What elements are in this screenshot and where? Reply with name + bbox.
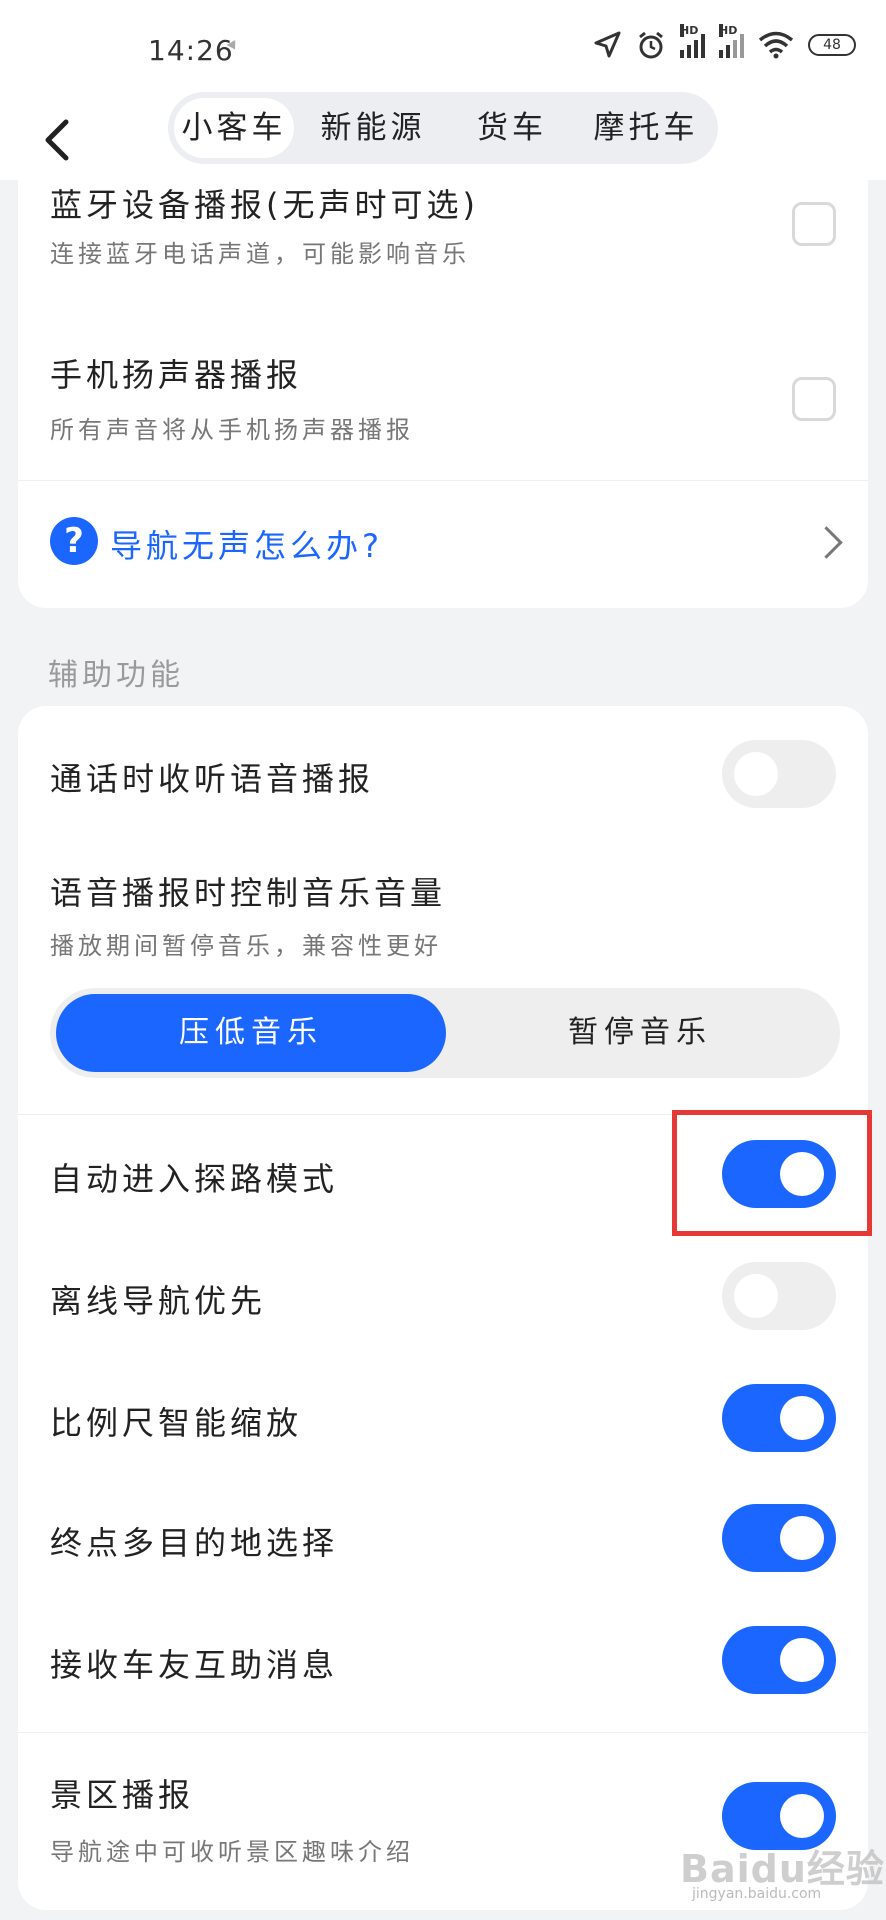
- music-control-segmented: 压低音乐 暂停音乐: [50, 988, 840, 1078]
- toggle-knob: [734, 752, 778, 796]
- scale-zoom-toggle[interactable]: [722, 1384, 836, 1452]
- speaker-broadcast-subtitle: 所有声音将从手机扬声器播报: [50, 416, 414, 444]
- speaker-broadcast-checkbox[interactable]: [792, 377, 836, 421]
- assist-section-label: 辅助功能: [48, 658, 184, 693]
- alarm-clock-icon: [639, 31, 663, 59]
- multi-dest-toggle[interactable]: [722, 1504, 836, 1572]
- question-icon: ?: [50, 517, 98, 565]
- status-time: 14:26: [148, 34, 234, 67]
- bluetooth-broadcast-title: 蓝牙设备播报(无声时可选): [50, 186, 479, 224]
- chevron-right-icon: [810, 526, 843, 559]
- hd-label: HD: [719, 24, 738, 37]
- multi-dest-title: 终点多目的地选择: [50, 1524, 339, 1562]
- toggle-knob: [780, 1396, 824, 1440]
- status-bar: 14:26 HD HD 48: [0, 0, 886, 100]
- sound-output-card: 蓝牙设备播报(无声时可选) 连接蓝牙电话声道，可能影响音乐 手机扬声器播报 所有…: [18, 180, 868, 608]
- toggle-knob: [780, 1516, 824, 1560]
- car-friend-toggle[interactable]: [722, 1626, 836, 1694]
- tab-truck[interactable]: 货车: [452, 98, 572, 158]
- tab-car[interactable]: 小客车: [174, 98, 294, 158]
- status-icons: HD HD 48: [592, 24, 856, 60]
- baidu-watermark-url: jingyan.baidu.com: [692, 1886, 822, 1902]
- scenic-broadcast-subtitle: 导航途中可收听景区趣味介绍: [50, 1838, 414, 1866]
- nav-silent-help-label: 导航无声怎么办?: [110, 527, 383, 565]
- music-control-title: 语音播报时控制音乐音量: [50, 874, 447, 912]
- toggle-knob: [780, 1638, 824, 1682]
- baidu-watermark: Baidu经验: [680, 1847, 885, 1891]
- offline-nav-toggle[interactable]: [722, 1262, 836, 1330]
- toggle-knob: [780, 1794, 824, 1838]
- divider: [18, 1732, 868, 1733]
- tab-new-energy[interactable]: 新能源: [308, 98, 438, 158]
- toggle-knob: [734, 1274, 778, 1318]
- assist-features-card: 通话时收听语音播报 语音播报时控制音乐音量 播放期间暂停音乐，兼容性更好 压低音…: [18, 706, 868, 1910]
- battery-icon: 48: [808, 34, 856, 56]
- vehicle-type-tabs: 小客车 新能源 货车 摩托车: [168, 92, 718, 164]
- tab-motorcycle[interactable]: 摩托车: [580, 98, 712, 158]
- nav-silent-help-row[interactable]: ? 导航无声怎么办?: [18, 481, 868, 601]
- hd-label: HD: [680, 24, 699, 37]
- lower-music-option[interactable]: 压低音乐: [56, 994, 446, 1072]
- call-voice-title: 通话时收听语音播报: [50, 760, 375, 798]
- auto-explore-title: 自动进入探路模式: [50, 1160, 339, 1198]
- offline-nav-title: 离线导航优先: [50, 1282, 267, 1320]
- back-icon[interactable]: [30, 110, 90, 170]
- scale-zoom-title: 比例尺智能缩放: [50, 1404, 303, 1442]
- cellular-signal-2-icon: HD: [719, 24, 744, 58]
- wifi-icon: [758, 31, 794, 59]
- bluetooth-broadcast-checkbox[interactable]: [792, 202, 836, 246]
- car-friend-title: 接收车友互助消息: [50, 1646, 339, 1684]
- bluetooth-broadcast-subtitle: 连接蓝牙电话声道，可能影响音乐: [50, 240, 470, 268]
- scenic-broadcast-title: 景区播报: [50, 1776, 195, 1814]
- music-control-subtitle: 播放期间暂停音乐，兼容性更好: [50, 932, 442, 960]
- pause-music-option[interactable]: 暂停音乐: [446, 994, 834, 1072]
- highlight-annotation: [672, 1110, 872, 1236]
- navigation-arrow-icon: [594, 31, 621, 58]
- speaker-broadcast-title: 手机扬声器播报: [50, 356, 303, 394]
- cellular-signal-1-icon: HD: [680, 24, 705, 58]
- call-voice-toggle[interactable]: [722, 740, 836, 808]
